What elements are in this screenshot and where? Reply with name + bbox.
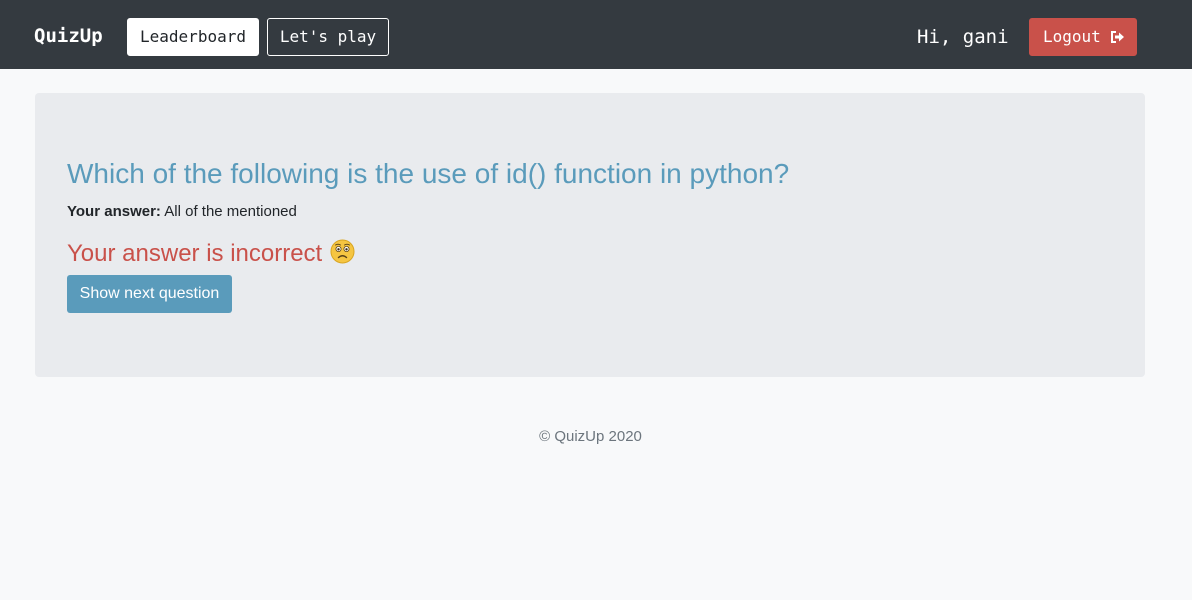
worried-face-icon	[330, 239, 355, 264]
brand-logo[interactable]: QuizUp	[34, 23, 103, 49]
logout-label: Logout	[1043, 27, 1101, 46]
question-panel: Which of the following is the use of id(…	[35, 93, 1145, 377]
question-title: Which of the following is the use of id(…	[67, 158, 790, 189]
result-text: Your answer is incorrect	[67, 240, 323, 267]
show-next-question-button[interactable]: Show next question	[67, 275, 232, 313]
footer-copyright: © QuizUp 2020	[539, 428, 642, 445]
lets-play-button[interactable]: Let's play	[267, 18, 389, 56]
your-answer: Your answer: All of the mentioned	[67, 202, 297, 222]
answer-value: All of the mentioned	[164, 203, 297, 220]
sign-out-icon	[1111, 31, 1124, 43]
leaderboard-button[interactable]: Leaderboard	[127, 18, 259, 56]
answer-label: Your answer:	[67, 203, 161, 220]
top-navbar: QuizUp Leaderboard Let's play Hi, gani L…	[0, 0, 1192, 69]
result-message: Your answer is incorrect	[67, 238, 355, 270]
user-greeting: Hi, gani	[917, 26, 1009, 48]
logout-button[interactable]: Logout	[1029, 18, 1137, 56]
